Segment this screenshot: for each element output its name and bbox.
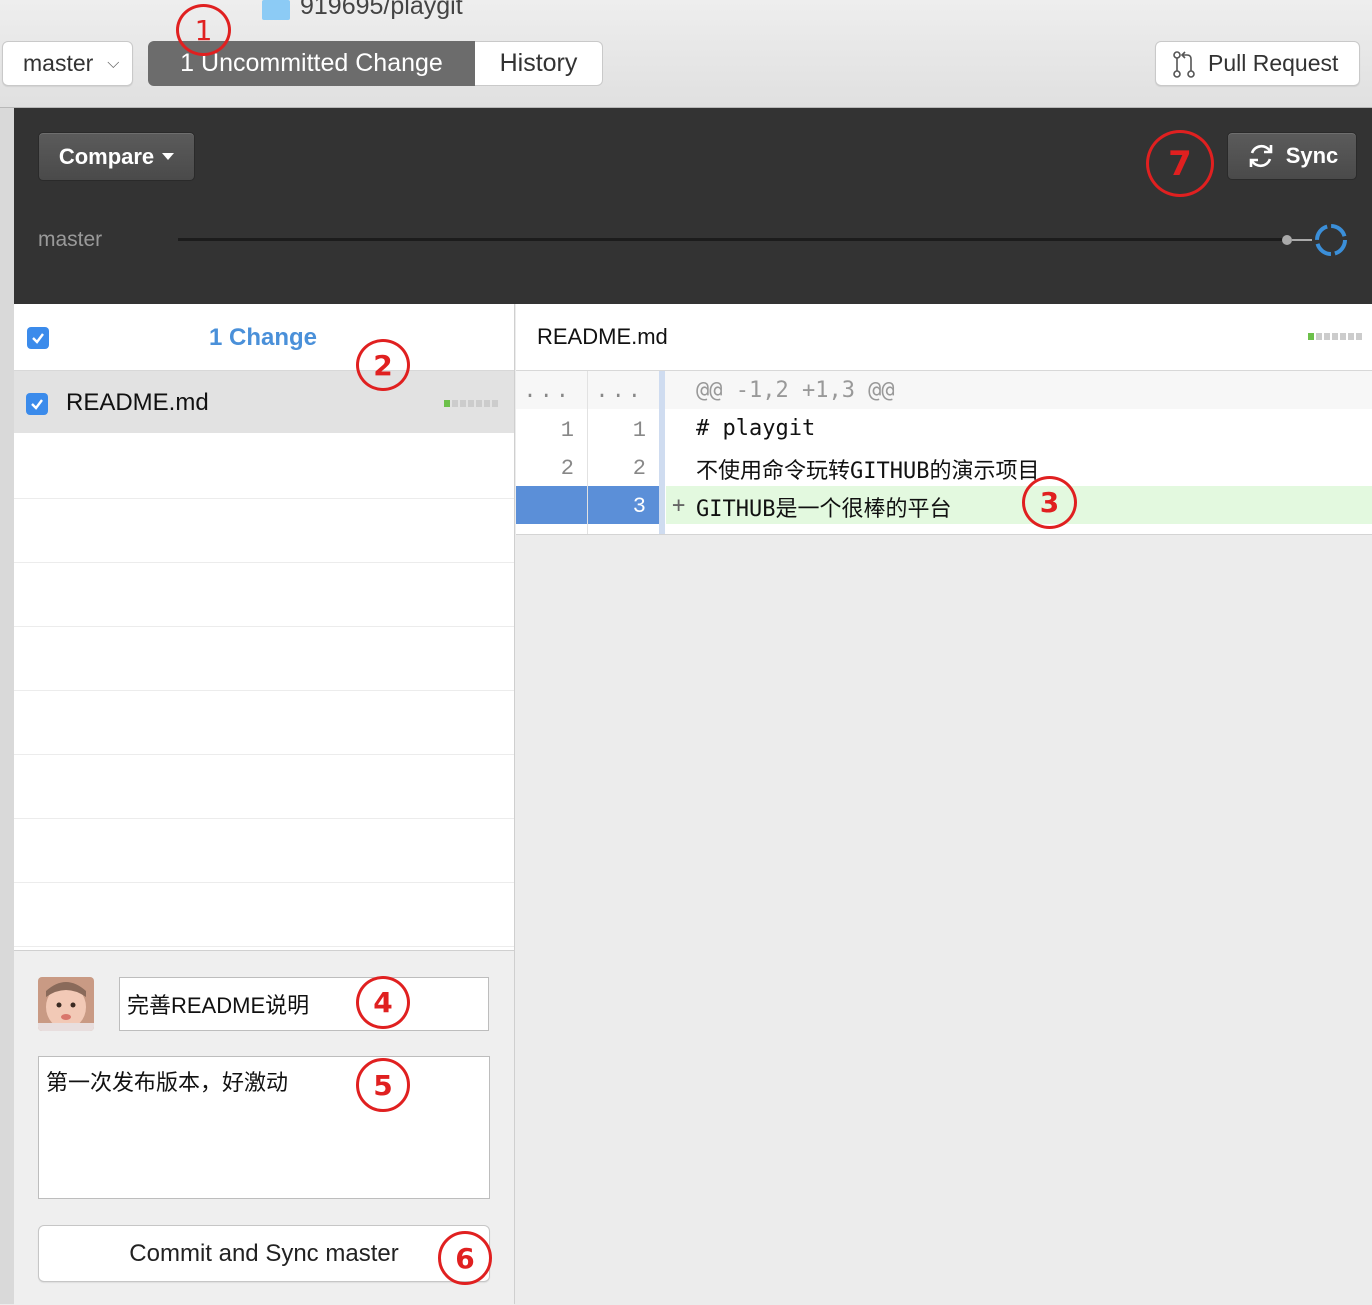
sync-label: Sync [1285,143,1339,168]
annotation-marker: 4 [356,976,410,1029]
sync-button[interactable]: Sync [1227,132,1357,180]
new-line-number: 3 [632,494,646,519]
old-line-number: 1 [560,418,574,443]
avatar-image [38,977,94,1031]
chevron-down-icon: ⌵ [107,54,120,72]
new-line-number: 1 [632,418,646,443]
old-line-number: ... [523,379,572,404]
annotation-marker: 5 [356,1058,410,1112]
empty-row [14,499,514,563]
annotation-marker: 3 [1022,476,1077,529]
commit-dot[interactable] [1282,235,1292,245]
hunk-header-row [516,371,1372,409]
empty-row [14,691,514,755]
select-all-checkbox[interactable] [27,327,49,349]
branch-selector[interactable]: master ⌵ [2,41,133,86]
uncommitted-ring-icon[interactable] [1313,222,1349,258]
empty-row [14,563,514,627]
diff-line-text: 不使用命令玩转GITHUB的演示项目 [696,459,1040,484]
check-icon [31,399,43,410]
folder-icon [262,0,290,20]
compare-button[interactable]: Compare [38,132,195,181]
repo-title: 919695/playgit [300,0,463,20]
tab-history[interactable]: History [475,41,603,86]
hunk-header-text: @@ -1,2 +1,3 @@ [696,378,895,403]
added-marker: + [672,493,686,518]
commit-description-input[interactable]: 第一次发布版本，好激动 [38,1056,490,1199]
empty-row [14,883,514,947]
diffstat-bar [1308,333,1362,340]
new-line-number: 2 [632,456,646,481]
empty-row [14,755,514,819]
pull-request-icon [1173,50,1195,78]
compare-label: Compare [58,143,155,169]
diff-empty-area [516,535,1372,1304]
check-icon [32,333,44,344]
timeline-connector [1292,239,1312,241]
pull-request-label: Pull Request [1208,50,1339,76]
commit-summary-input[interactable] [119,977,489,1031]
timeline-branch-label: master [38,228,103,251]
gutter-divider [659,371,665,534]
new-line-number: ... [595,379,644,404]
changed-file-name: README.md [66,389,209,416]
pull-request-button[interactable]: Pull Request [1155,41,1360,86]
diffstat-bar [444,400,498,407]
empty-row [14,627,514,691]
caret-down-icon [162,153,175,160]
commit-and-sync-button[interactable]: Commit and Sync master [38,1225,490,1282]
annotation-marker: 2 [356,339,410,391]
branch-label: master [23,50,94,76]
diff-filename: README.md [537,324,668,349]
window-left-edge [0,108,14,1304]
diff-line-text: GITHUB是一个很棒的平台 [696,497,952,522]
empty-row [14,435,514,499]
sync-icon [1249,144,1273,168]
file-checkbox[interactable] [26,393,48,415]
change-count: 1 Change [209,324,318,351]
empty-row [14,819,514,883]
user-avatar [38,977,94,1031]
diff-line-text: # playgit [696,416,816,441]
branch-timeline [178,238,1283,241]
old-line-number: 2 [560,456,574,481]
annotation-marker: 7 [1146,130,1214,197]
annotation-marker: 6 [438,1231,492,1285]
annotation-marker: 1 [176,4,231,56]
